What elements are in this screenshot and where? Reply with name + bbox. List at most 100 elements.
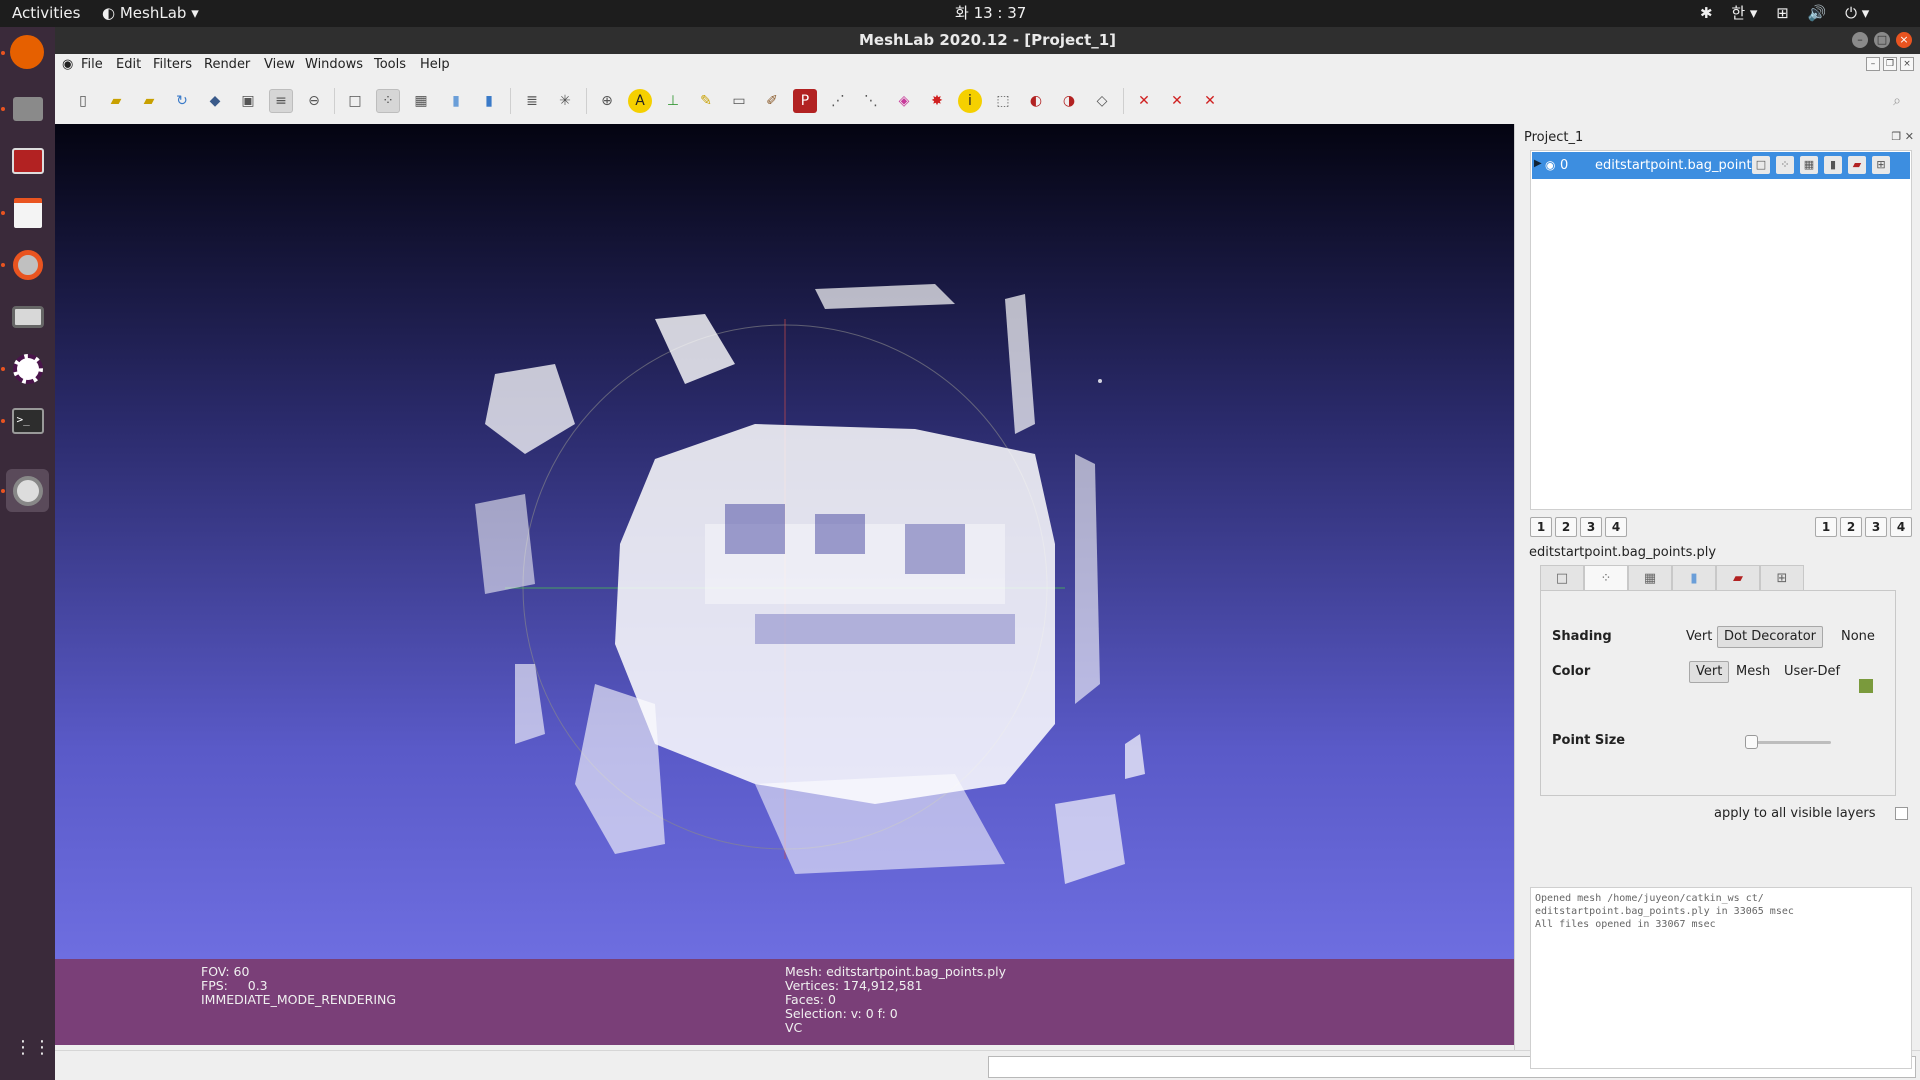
view-left-1-button[interactable]: 1	[1530, 517, 1552, 537]
measure-icon[interactable]: ⊥	[661, 89, 685, 113]
open-project-icon[interactable]: ▰	[104, 89, 128, 113]
color-mesh-option[interactable]: Mesh	[1730, 661, 1776, 683]
view-right-2-button[interactable]: 2	[1840, 517, 1862, 537]
select-region-icon[interactable]: ⬚	[991, 89, 1015, 113]
volume-icon[interactable]: 🔊	[1808, 4, 1827, 22]
point-size-slider[interactable]	[1749, 741, 1831, 744]
layer-decorator-icon[interactable]: ⊞	[1872, 156, 1890, 174]
view-right-4-button[interactable]: 4	[1890, 517, 1912, 537]
menu-tools[interactable]: Tools	[374, 54, 406, 76]
network-icon[interactable]: ⊞	[1776, 4, 1789, 22]
layer-dialog-icon[interactable]: ≡	[269, 89, 293, 113]
app-window-icon[interactable]: ◉	[62, 54, 73, 76]
delete-vertices-icon[interactable]: ✕	[1132, 89, 1156, 113]
view-left-4-button[interactable]: 4	[1605, 517, 1627, 537]
raster-icon[interactable]: ⊖	[302, 89, 326, 113]
expand-arrow-icon[interactable]: ▶	[1534, 158, 1542, 169]
tab-bbox[interactable]: □	[1540, 565, 1584, 591]
delete-faces-icon[interactable]: ✕	[1165, 89, 1189, 113]
select-faces-icon[interactable]: ⋱	[859, 89, 883, 113]
axes-icon[interactable]: ✳	[553, 89, 577, 113]
info-icon[interactable]: i	[958, 89, 982, 113]
view-right-3-button[interactable]: 3	[1865, 517, 1887, 537]
export-mesh-icon[interactable]: ◆	[203, 89, 227, 113]
menu-edit[interactable]: Edit	[116, 54, 141, 76]
wireframe-render-icon[interactable]: ▦	[409, 89, 433, 113]
color-userdef-option[interactable]: User-Def	[1778, 661, 1846, 683]
layer-bbox-icon[interactable]: □	[1752, 156, 1770, 174]
files-icon[interactable]	[6, 87, 49, 130]
shading-none-option[interactable]: None	[1835, 626, 1881, 648]
slack-icon[interactable]	[6, 347, 49, 390]
layer-solid-icon[interactable]: ▮	[1824, 156, 1842, 174]
mdi-close-button[interactable]: ×	[1900, 57, 1914, 71]
menu-help[interactable]: Help	[420, 54, 450, 76]
camera-icon[interactable]	[6, 295, 49, 338]
select-vertices-icon[interactable]: ⋰	[826, 89, 850, 113]
select-area-icon[interactable]: ◐	[1024, 89, 1048, 113]
layer-list[interactable]: ▶ ◉ 0 editstartpoint.bag_points □ ⁘ ▦ ▮ …	[1530, 150, 1912, 510]
menu-windows[interactable]: Windows	[305, 54, 363, 76]
color-vert-option[interactable]: Vert	[1689, 661, 1730, 683]
terminal-icon[interactable]: >_	[6, 399, 49, 442]
layer-row[interactable]: ▶ ◉ 0 editstartpoint.bag_points □ ⁘ ▦ ▮ …	[1532, 152, 1910, 179]
3d-viewport[interactable]	[55, 124, 1514, 959]
import-mesh-icon[interactable]: ▰	[137, 89, 161, 113]
clock[interactable]: 화 13 : 37	[955, 0, 1026, 27]
trackball-icon[interactable]: ⊕	[595, 89, 619, 113]
paint-icon[interactable]: ✐	[760, 89, 784, 113]
activities-button[interactable]: Activities	[12, 0, 80, 27]
app-menu[interactable]: ◐ MeshLab ▾	[102, 0, 199, 27]
firefox-icon[interactable]	[10, 35, 44, 69]
panel-controls[interactable]: ❐ ✕	[1891, 130, 1914, 143]
georef-icon[interactable]: ✸	[925, 89, 949, 113]
slack-tray-icon[interactable]: ✱	[1700, 4, 1713, 22]
align-icon[interactable]: ▭	[727, 89, 751, 113]
log-window[interactable]: Opened mesh /home/juyeon/catkin_ws ct/ e…	[1530, 887, 1912, 1069]
menu-render[interactable]: Render	[204, 54, 250, 76]
close-button[interactable]: ×	[1896, 32, 1912, 48]
points-render-icon[interactable]: ⁘	[376, 89, 400, 113]
layer-texture-icon[interactable]: ▰	[1848, 156, 1866, 174]
smooth-render-icon[interactable]: ▮	[477, 89, 501, 113]
tab-wireframe[interactable]: ▦	[1628, 565, 1672, 591]
select-brush-icon[interactable]: ◑	[1057, 89, 1081, 113]
maximize-button[interactable]: □	[1874, 32, 1890, 48]
view-left-2-button[interactable]: 2	[1555, 517, 1577, 537]
terminal-red-icon[interactable]	[6, 139, 49, 182]
mdi-minimize-button[interactable]: –	[1866, 57, 1880, 71]
text-editor-icon[interactable]	[6, 191, 49, 234]
select-connected-icon[interactable]: ◈	[892, 89, 916, 113]
reload-icon[interactable]: ↻	[170, 89, 194, 113]
layer-points-icon[interactable]: ⁘	[1776, 156, 1794, 174]
snapshot-icon[interactable]: ▣	[236, 89, 260, 113]
new-project-icon[interactable]: ▯	[71, 89, 95, 113]
mdi-restore-button[interactable]: ❐	[1883, 57, 1897, 71]
tab-texture[interactable]: ▰	[1716, 565, 1760, 591]
tab-solid[interactable]: ▮	[1672, 565, 1716, 591]
shading-dot-decorator-option[interactable]: Dot Decorator	[1717, 626, 1824, 648]
pick-points-icon[interactable]: ✎	[694, 89, 718, 113]
menu-filters[interactable]: Filters	[153, 54, 192, 76]
tab-points[interactable]: ⁘	[1584, 565, 1628, 591]
search-icon[interactable]: ⌕	[1885, 89, 1909, 113]
layer-wire-icon[interactable]: ▦	[1800, 156, 1818, 174]
delete-all-icon[interactable]: ✕	[1198, 89, 1222, 113]
menu-file[interactable]: File	[81, 54, 103, 76]
annotation-icon[interactable]: A	[628, 89, 652, 113]
flat-render-icon[interactable]: ▮	[444, 89, 468, 113]
bbox-render-icon[interactable]: □	[343, 89, 367, 113]
minimize-button[interactable]: –	[1852, 32, 1868, 48]
select-z-icon[interactable]: ◇	[1090, 89, 1114, 113]
input-method-indicator[interactable]: 한 ▾	[1731, 4, 1757, 22]
view-left-3-button[interactable]: 3	[1580, 517, 1602, 537]
meshlab-icon[interactable]	[6, 469, 49, 512]
settings-icon[interactable]	[6, 243, 49, 286]
power-icon[interactable]: ⏻ ▾	[1845, 4, 1869, 22]
texture-paint-icon[interactable]: P	[793, 89, 817, 113]
tab-decorators[interactable]: ⊞	[1760, 565, 1804, 591]
shading-vert-option[interactable]: Vert	[1680, 626, 1718, 648]
system-indicators[interactable]: ✱ 한 ▾ ⊞ 🔊 ⏻ ▾	[1700, 0, 1883, 27]
apply-all-checkbox[interactable]	[1895, 807, 1908, 820]
visibility-eye-icon[interactable]: ◉	[1545, 158, 1555, 172]
